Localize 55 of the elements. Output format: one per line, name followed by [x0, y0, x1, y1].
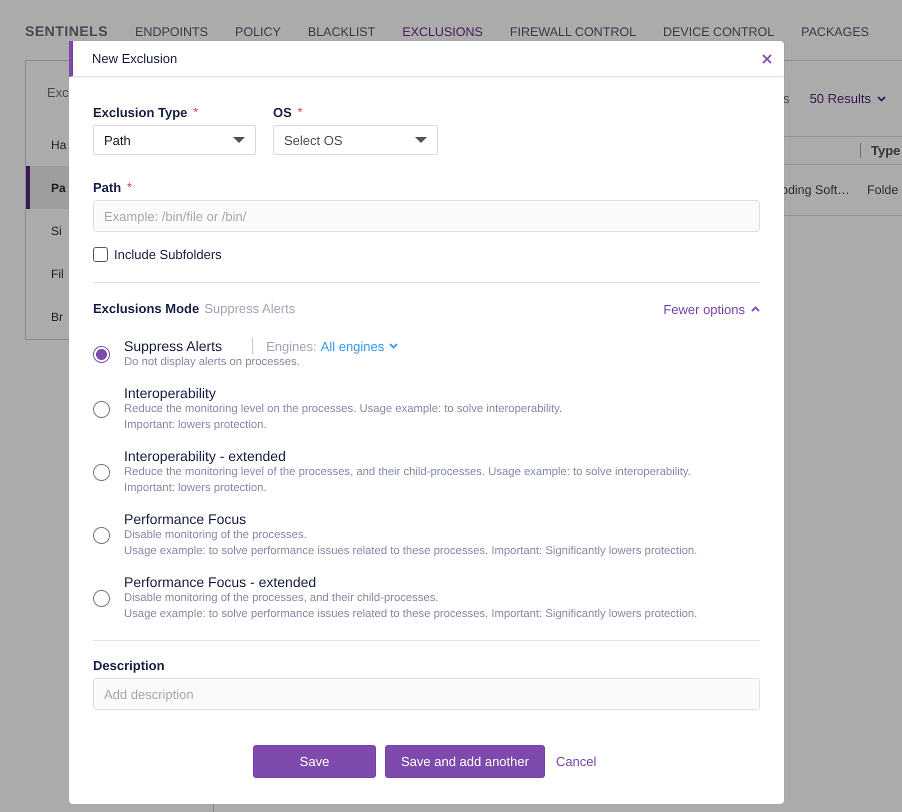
radio-button[interactable]: [93, 526, 110, 544]
option-title: Performance Focus: [124, 511, 246, 527]
radio-button[interactable]: [93, 464, 110, 480]
nav-tab[interactable]: ENDPOINTS: [135, 23, 208, 39]
nav-tab[interactable]: FIREWALL CONTROL: [510, 23, 636, 39]
field-label: Description: [93, 658, 166, 673]
radio-button[interactable]: [93, 346, 110, 362]
checkbox[interactable]: [93, 247, 108, 262]
nav-tab[interactable]: POLICY: [235, 23, 281, 39]
option-title: Suppress Alerts: [124, 338, 222, 354]
option-description: Reduce the monitoring level on the processes. Usage example: to solve interoperability. Important: lowers protection.: [124, 402, 562, 433]
options-toggle[interactable]: Fewer options: [663, 302, 760, 316]
nav-tab[interactable]: EXCLUSIONS: [402, 23, 483, 39]
option-title: Performance Focus - extended: [124, 574, 316, 590]
option-title: Interoperability: [124, 385, 216, 401]
option-description: Disable monitoring of the processes. Usage example: to solve performance issues related to these processes. Important: Significantly lowers protection.: [124, 528, 698, 559]
radio-button[interactable]: [93, 590, 110, 606]
chevron-down-icon: [877, 96, 886, 102]
current-mode: Suppress Alerts: [204, 301, 296, 316]
engines-label: Engines:: [266, 338, 317, 354]
radio-button[interactable]: [93, 400, 110, 418]
field-label: Path *: [93, 180, 133, 195]
option-description: Disable monitoring of the processes, and their child-processes. Usage example: to solve performance issues related to these processes. Important: Significantly lowers protection.: [124, 591, 698, 622]
save-button[interactable]: Save: [253, 745, 376, 778]
option-title: Interoperability - extended: [124, 448, 286, 464]
exclusion-type-select[interactable]: Path: [93, 125, 256, 155]
brand-name: SENTINELS: [25, 23, 108, 39]
caret-icon: [415, 137, 427, 143]
required-asterisk: *: [193, 105, 198, 119]
toolbar-text: s: [783, 91, 790, 106]
nav-tab[interactable]: DEVICE CONTROL: [663, 23, 774, 39]
chevron-down-icon: [389, 343, 398, 349]
nav-tab[interactable]: PACKAGES: [801, 23, 870, 39]
column-header[interactable]: Type: [860, 143, 902, 158]
results-dropdown[interactable]: 50 Results: [810, 91, 886, 106]
os-select[interactable]: Select OS: [273, 125, 438, 155]
option-description: Reduce the monitoring level of the processes, and their child-processes. Usage example: to solve interoperability. Important: lowers protection.: [124, 465, 691, 496]
field-label: Exclusion Type *: [93, 105, 200, 120]
table-cell-text: Folde: [867, 183, 900, 197]
description-input[interactable]: Add description: [93, 678, 760, 710]
save-button[interactable]: Save and add another: [385, 745, 545, 778]
caret-icon: [233, 137, 245, 143]
sidebar-title: Exc: [47, 85, 69, 100]
path-input[interactable]: Example: /bin/file or /bin/: [93, 200, 760, 232]
dialog-title: New Exclusion: [92, 51, 178, 66]
required-asterisk: *: [127, 180, 132, 194]
option-description: Do not display alerts on processes.: [124, 355, 301, 370]
nav-tab[interactable]: BLACKLIST: [308, 23, 376, 39]
required-asterisk: *: [298, 105, 302, 119]
field-label: OS *: [273, 105, 304, 120]
chevron-up-icon: [751, 306, 760, 312]
cancel-link[interactable]: Cancel: [554, 754, 598, 769]
close-icon: [762, 54, 772, 64]
section-label: Exclusions Mode: [93, 301, 200, 316]
checkbox-label: Include Subfolders: [114, 247, 222, 262]
